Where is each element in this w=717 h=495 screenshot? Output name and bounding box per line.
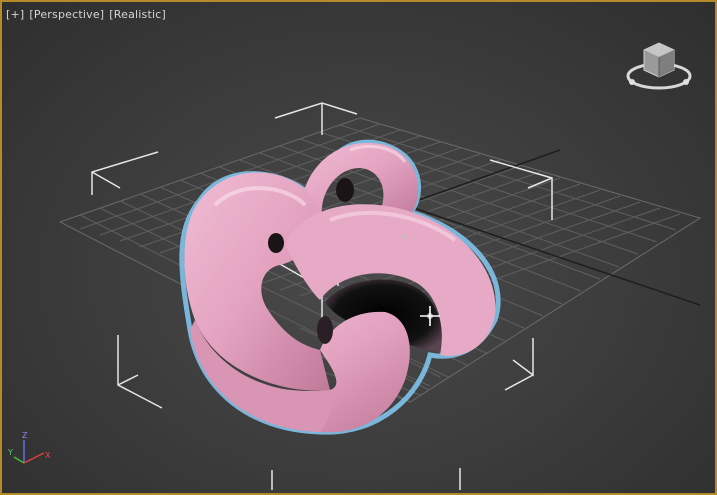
axis-x-label: X [45, 451, 51, 460]
axis-z-label: Z [22, 431, 28, 440]
perspective-viewport[interactable]: [+] [Perspective] [Realistic] Z Y X [0, 0, 717, 495]
viewport-scene[interactable]: Z Y X [0, 0, 717, 495]
axis-tripod-gizmo: Z Y X [7, 431, 51, 464]
axis-y-label: Y [7, 448, 13, 457]
torus-knot-object[interactable] [179, 139, 501, 435]
viewcube-icon[interactable] [624, 36, 694, 94]
